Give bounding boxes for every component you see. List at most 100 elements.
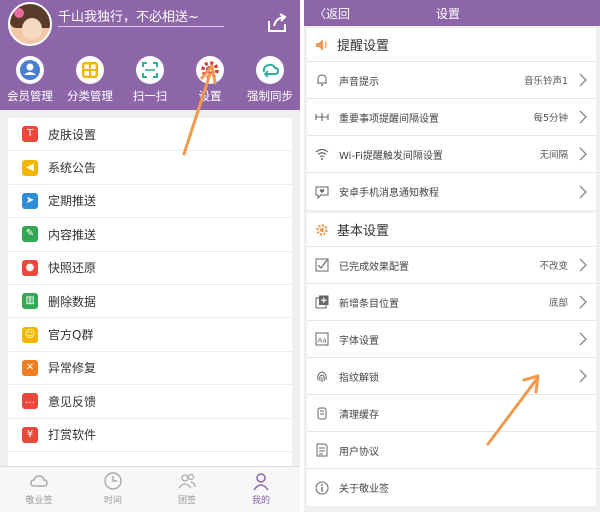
wifi-icon xyxy=(315,148,329,160)
page-title: 设置 xyxy=(436,7,461,21)
setting-row-user-agreement[interactable]: 用户协议 xyxy=(307,432,596,469)
setting-row-important-interval[interactable]: 重要事项提醒间隔设置 每5分钟 xyxy=(307,99,596,136)
speaker-icon xyxy=(316,38,327,51)
section-title: 提醒设置 xyxy=(337,39,390,54)
setting-row-about[interactable]: 关于敬业签 xyxy=(307,469,596,506)
share-icon[interactable] xyxy=(266,12,288,34)
reminder-settings-section: 提醒设置 声音提示 音乐铃声1 重要事项提醒间隔设置 每5分钟 Wi-Fi提醒触… xyxy=(307,28,596,210)
add-box-icon xyxy=(315,295,329,309)
pointer-arrow xyxy=(182,64,217,156)
menu-item-announcement[interactable]: ◀ 系统公告 xyxy=(8,151,292,185)
menu-item-delete-data[interactable]: ▥ 删除数据 xyxy=(8,285,292,319)
tab-jingyeqian[interactable]: 敬业签 xyxy=(4,471,74,506)
menu-item-label: 删除数据 xyxy=(48,294,97,309)
svg-text:Aa: Aa xyxy=(318,337,327,345)
menu-item-donate[interactable]: ¥ 打赏软件 xyxy=(8,419,292,452)
setting-row-sound[interactable]: 声音提示 音乐铃声1 xyxy=(307,62,596,99)
profile-header: 千山我独行，不必相送~ 会员管理 分类管理 扫一扫 设置 强制同步 xyxy=(0,0,300,110)
edit-icon: ✎ xyxy=(22,226,38,243)
menu-item-feedback[interactable]: … 意见反馈 xyxy=(8,385,292,419)
setting-row-clear-cache[interactable]: 清理缓存 xyxy=(307,395,596,432)
motto-underline xyxy=(58,26,224,27)
menu-item-label: 官方Q群 xyxy=(48,328,94,343)
quick-actions: 会员管理 分类管理 扫一扫 设置 强制同步 xyxy=(0,56,300,106)
tab-label: 团签 xyxy=(177,496,196,506)
chat-icon: … xyxy=(22,393,38,410)
setting-row-fingerprint[interactable]: 指纹解锁 xyxy=(307,358,596,395)
gear-icon xyxy=(316,223,328,236)
section-header: 基本设置 xyxy=(307,213,596,247)
menu-item-label: 异常修复 xyxy=(48,361,97,376)
menu-item-label: 意见反馈 xyxy=(48,394,97,409)
wrench-icon: ✕ xyxy=(22,359,38,376)
menu-item-repair[interactable]: ✕ 异常修复 xyxy=(8,352,292,386)
section-header: 提醒设置 xyxy=(307,28,596,62)
setting-row-android-tutorial[interactable]: 安卓手机消息通知教程 xyxy=(307,173,596,210)
menu-item-official-qq-group[interactable]: ☺ 官方Q群 xyxy=(8,318,292,352)
setting-label: 已完成效果配置 xyxy=(339,261,409,273)
menu-item-label: 定期推送 xyxy=(48,194,97,209)
setting-label: 重要事项提醒间隔设置 xyxy=(339,113,439,125)
quick-member-management[interactable]: 会员管理 xyxy=(0,56,60,104)
quick-scan[interactable]: 扫一扫 xyxy=(120,56,180,104)
setting-label: 用户协议 xyxy=(339,446,379,458)
camera-icon: ● xyxy=(22,259,38,276)
profile-menu: T 皮肤设置 ◀ 系统公告 ➤ 定期推送 ✎ 内容推送 ● 快照还原 ▥ 删除数… xyxy=(8,118,292,470)
send-icon: ➤ xyxy=(22,192,38,209)
setting-label: 声音提示 xyxy=(339,76,379,88)
fingerprint-icon xyxy=(317,371,327,382)
checkbox-icon xyxy=(315,258,329,272)
setting-row-wifi-interval[interactable]: Wi-Fi提醒触发间隔设置 无间隔 xyxy=(307,136,596,173)
setting-row-completed-effect[interactable]: 已完成效果配置 不改变 xyxy=(307,247,596,284)
tab-label: 时间 xyxy=(103,496,122,506)
tab-label: 敬业签 xyxy=(25,496,53,506)
setting-value: 不改变 xyxy=(539,261,568,272)
quick-category-management[interactable]: 分类管理 xyxy=(60,56,120,104)
section-title: 基本设置 xyxy=(337,224,390,239)
menu-item-content-push[interactable]: ✎ 内容推送 xyxy=(8,218,292,252)
setting-label: 字体设置 xyxy=(339,335,379,347)
bell-icon xyxy=(317,74,327,86)
chevron-right-icon xyxy=(579,295,587,309)
chevron-right-icon xyxy=(579,369,587,383)
sync-icon xyxy=(256,56,284,84)
chevron-right-icon xyxy=(579,332,587,346)
quick-label: 强制同步 xyxy=(247,89,293,103)
clean-icon xyxy=(317,407,327,420)
chevron-right-icon xyxy=(579,185,587,198)
speaker-icon: ◀ xyxy=(22,159,38,176)
menu-item-skin[interactable]: T 皮肤设置 xyxy=(8,118,292,152)
setting-label: Wi-Fi提醒触发间隔设置 xyxy=(339,150,443,162)
trash-icon: ▥ xyxy=(22,293,38,310)
doc-icon xyxy=(316,443,328,457)
tab-mine[interactable]: 我的 xyxy=(226,471,296,506)
back-button[interactable]: 〈返回 xyxy=(314,5,350,22)
quick-force-sync[interactable]: 强制同步 xyxy=(240,56,300,104)
info-icon xyxy=(315,481,329,494)
font-icon: Aa xyxy=(315,332,329,346)
heart-chat-icon xyxy=(315,186,329,199)
avatar[interactable] xyxy=(8,2,52,46)
group-icon: ☺ xyxy=(22,326,38,343)
setting-value: 底部 xyxy=(548,298,568,309)
setting-label: 清理缓存 xyxy=(339,409,379,421)
shirt-icon: T xyxy=(22,126,38,143)
setting-row-new-item-position[interactable]: 新增条目位置 底部 xyxy=(307,284,596,321)
basic-settings-section: 基本设置 已完成效果配置 不改变 新增条目位置 底部 Aa 字体设置 指纹解锁 xyxy=(307,213,596,506)
profile-screen: 千山我独行，不必相送~ 会员管理 分类管理 扫一扫 设置 强制同步 T 皮肤设置… xyxy=(0,0,300,512)
clock-icon xyxy=(104,472,122,490)
menu-item-scheduled-push[interactable]: ➤ 定期推送 xyxy=(8,185,292,219)
quick-label: 会员管理 xyxy=(7,89,53,103)
chevron-right-icon xyxy=(579,110,587,124)
chevron-right-icon xyxy=(579,147,587,161)
menu-item-snapshot-restore[interactable]: ● 快照还原 xyxy=(8,252,292,285)
profile-motto[interactable]: 千山我独行，不必相送~ xyxy=(58,6,199,25)
profile-icon xyxy=(253,473,269,491)
setting-value: 无间隔 xyxy=(539,150,568,161)
quick-label: 扫一扫 xyxy=(132,89,168,103)
settings-screen: 〈返回 设置 提醒设置 声音提示 音乐铃声1 重要事项提醒间隔设置 每5分钟 W… xyxy=(304,0,600,512)
tab-time[interactable]: 时间 xyxy=(78,471,148,506)
menu-item-label: 系统公告 xyxy=(48,161,97,176)
tab-team[interactable]: 团签 xyxy=(152,471,222,506)
setting-row-font[interactable]: Aa 字体设置 xyxy=(307,321,596,358)
